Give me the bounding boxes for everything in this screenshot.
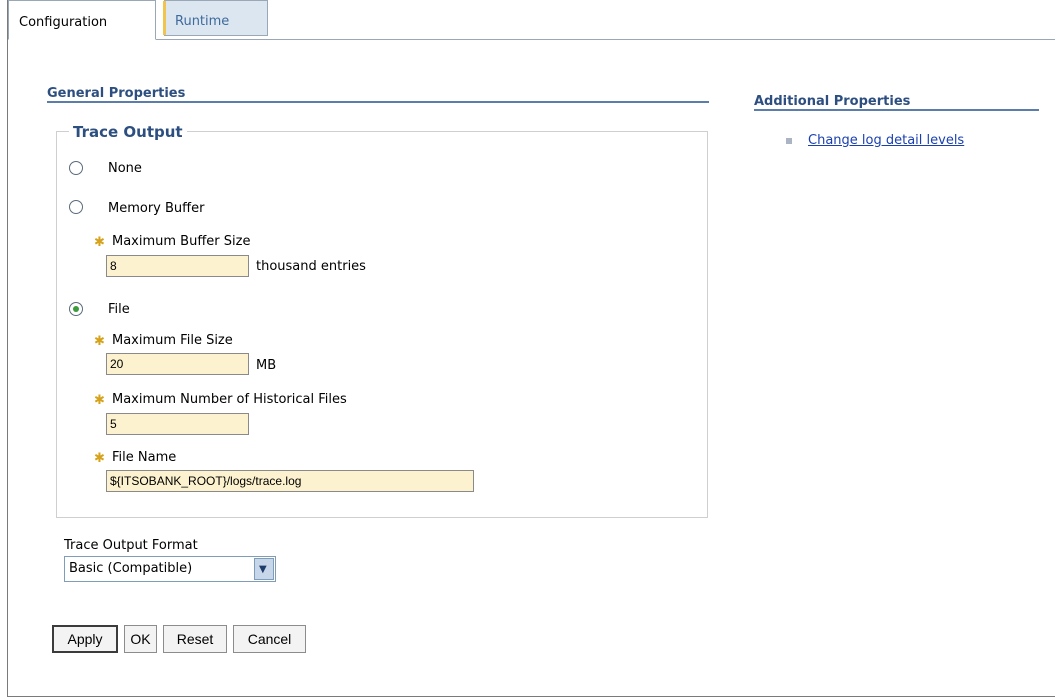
- chevron-down-icon[interactable]: ▼: [254, 558, 274, 580]
- ok-button[interactable]: OK: [124, 625, 157, 653]
- required-marker-icon: ✱: [94, 451, 105, 466]
- additional-properties-divider: [754, 109, 1039, 111]
- general-properties-heading: General Properties: [47, 86, 186, 101]
- file-name-input[interactable]: ${ITSOBANK_ROOT}/logs/trace.log: [106, 470, 474, 492]
- trace-output-format-value: Basic (Compatible): [69, 561, 193, 576]
- max-buffer-size-label: Maximum Buffer Size: [112, 234, 251, 249]
- change-log-detail-levels-link[interactable]: Change log detail levels: [808, 133, 964, 148]
- tab-configuration[interactable]: Configuration: [8, 0, 156, 40]
- file-name-label: File Name: [112, 450, 177, 465]
- tab-bar: Configuration Runtime: [8, 0, 1055, 40]
- max-file-size-unit: MB: [256, 358, 277, 373]
- additional-properties-heading: Additional Properties: [754, 94, 911, 109]
- max-file-size-input[interactable]: 20: [106, 353, 249, 375]
- reset-button[interactable]: Reset: [163, 625, 227, 653]
- required-marker-icon: ✱: [94, 393, 105, 408]
- general-properties-divider: [47, 101, 709, 103]
- radio-memory-buffer[interactable]: [69, 200, 83, 214]
- radio-none[interactable]: [69, 161, 83, 175]
- tab-bar-divider: [8, 39, 1055, 40]
- cancel-button[interactable]: Cancel: [233, 625, 306, 653]
- trace-output-format-label: Trace Output Format: [64, 538, 198, 553]
- radio-none-label: None: [108, 161, 142, 176]
- max-historical-files-label: Maximum Number of Historical Files: [112, 392, 347, 407]
- radio-memory-buffer-label: Memory Buffer: [108, 201, 205, 216]
- max-file-size-label: Maximum File Size: [112, 333, 233, 348]
- max-buffer-size-input[interactable]: 8: [106, 255, 249, 277]
- max-buffer-size-unit: thousand entries: [256, 259, 366, 274]
- max-historical-files-input[interactable]: 5: [106, 413, 249, 435]
- bullet-icon: [786, 138, 792, 144]
- radio-file[interactable]: [69, 302, 83, 316]
- tab-runtime[interactable]: Runtime: [163, 0, 268, 36]
- required-marker-icon: ✱: [94, 334, 105, 349]
- trace-output-legend: Trace Output: [69, 123, 187, 141]
- trace-output-format-select[interactable]: Basic (Compatible) ▼: [64, 556, 276, 582]
- apply-button[interactable]: Apply: [52, 625, 118, 653]
- radio-file-label: File: [108, 302, 130, 317]
- required-marker-icon: ✱: [94, 235, 105, 250]
